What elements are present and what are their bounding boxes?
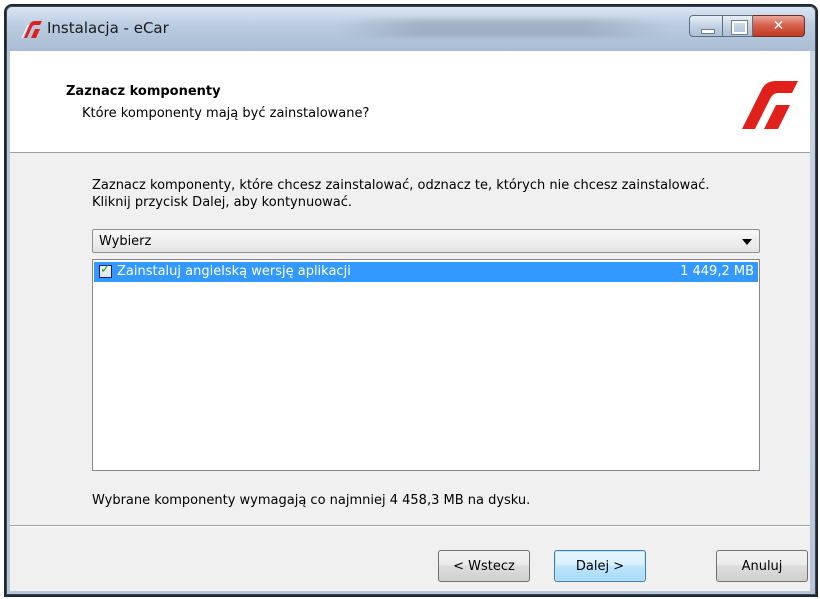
component-size: 1 449,2 MB <box>680 264 754 279</box>
checkmark-icon: ✓ <box>100 262 111 277</box>
window-title: Instalacja - eCar <box>47 19 169 37</box>
wizard-header: Zaznacz komponenty Które komponenty mają… <box>10 51 810 153</box>
minimize-icon <box>701 29 715 34</box>
page-title: Zaznacz komponenty <box>66 84 221 99</box>
title-bar[interactable]: Instalacja - eCar ✕ <box>7 7 815 51</box>
install-type-dropdown[interactable]: Wybierz <box>92 229 760 253</box>
installer-window: Instalacja - eCar ✕ Zaznacz komponenty K… <box>6 6 816 595</box>
close-button[interactable]: ✕ <box>753 15 805 37</box>
instructions-line-2: Kliknij przycisk Dalej, aby kontynuować. <box>92 195 353 210</box>
component-checkbox[interactable]: ✓ <box>99 262 112 278</box>
component-label: Zainstaluj angielską wersję aplikacji <box>117 264 351 279</box>
maximize-button[interactable] <box>723 15 753 37</box>
ecar-logo-icon <box>21 21 42 39</box>
disk-requirement-text: Wybrane komponenty wymagają co najmniej … <box>92 493 531 508</box>
minimize-button[interactable] <box>689 15 723 37</box>
chevron-down-icon[interactable] <box>742 239 752 245</box>
instructions-line-1: Zaznacz komponenty, które chcesz zainsta… <box>92 178 710 193</box>
page-subtitle: Które komponenty mają być zainstalowane? <box>82 106 370 121</box>
ecar-logo <box>742 81 798 129</box>
next-button[interactable]: Dalej > <box>554 550 646 582</box>
cancel-button[interactable]: Anuluj <box>716 550 808 582</box>
instructions-text: Zaznacz komponenty, które chcesz zainsta… <box>92 177 792 211</box>
caption-buttons: ✕ <box>689 15 805 37</box>
back-button[interactable]: < Wstecz <box>438 550 530 582</box>
dropdown-value: Wybierz <box>99 234 152 249</box>
title-bar-blur <box>337 19 667 37</box>
close-icon: ✕ <box>772 18 785 34</box>
footer-separator <box>10 525 810 527</box>
wizard-client-area: Zaznacz komponenty Które komponenty mają… <box>10 51 810 591</box>
components-list[interactable]: ✓ Zainstaluj angielską wersję aplikacji … <box>92 259 760 471</box>
maximize-icon <box>731 20 748 35</box>
list-item[interactable]: ✓ Zainstaluj angielską wersję aplikacji … <box>94 262 758 282</box>
